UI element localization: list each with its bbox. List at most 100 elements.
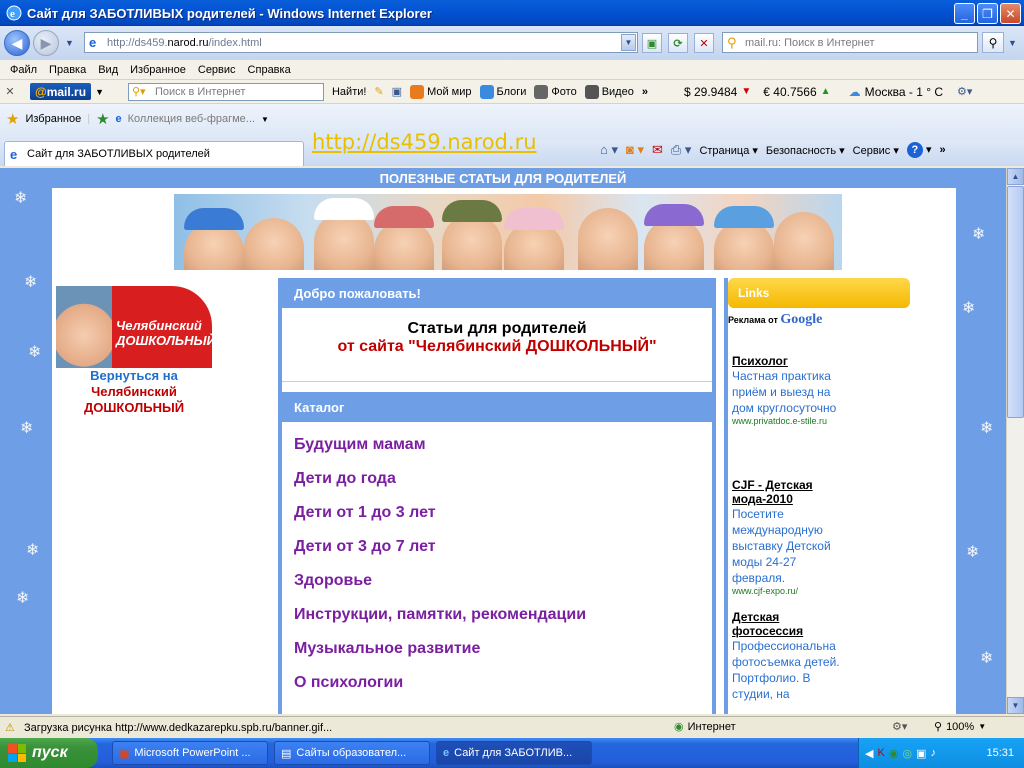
catalog-link[interactable]: Дети от 1 до 3 лет [294, 504, 712, 538]
search-input[interactable]: ⚲ mail.ru: Поиск в Интернет [722, 32, 978, 53]
back-to-site-link[interactable]: Вернуться на Челябинский ДОШКОЛЬНЫЙ [52, 368, 216, 416]
highlight-icon[interactable]: ✎ [374, 85, 383, 98]
page-menu[interactable]: Страница ▾ [699, 144, 757, 157]
web-slice-gallery[interactable]: Коллекция веб-фрагме... [128, 113, 255, 125]
address-bar[interactable]: e http://ds459. narod.ru/index.html ▼ [84, 32, 638, 53]
back-button[interactable]: ◀ [4, 30, 30, 56]
tray-volume-icon[interactable]: ♪ [930, 747, 936, 759]
tray-monitor-icon[interactable]: ▣ [916, 747, 926, 760]
home-icon[interactable]: ⌂ ▾ [600, 142, 618, 158]
scroll-up-icon[interactable]: ▲ [1007, 168, 1024, 185]
favorites-star-icon[interactable]: ★ [6, 110, 19, 128]
snowflake-icon: ❄ [20, 420, 34, 437]
snowflake-icon: ❄ [966, 544, 980, 561]
compat-view-icon[interactable]: ▣ [642, 33, 662, 53]
menu-help[interactable]: Справка [242, 64, 297, 76]
catalog-link[interactable]: Здоровье [294, 572, 712, 606]
mailru-menu-icon[interactable]: ▼ [95, 87, 104, 97]
ad-item[interactable]: Психолог Частная практика приём и выезд … [732, 354, 848, 426]
restore-button[interactable]: ❐ [977, 3, 998, 24]
mail-icon[interactable]: ✉ [652, 142, 663, 158]
chelyabinsk-logo[interactable]: Челябинский ДОШКОЛЬНЫЙ [56, 286, 212, 368]
help-menu[interactable]: ? ▾ [906, 142, 931, 158]
zoom-level[interactable]: ⚲ 100% ▼ [934, 720, 986, 734]
menu-bar: Файл Правка Вид Избранное Сервис Справка [0, 60, 1024, 80]
ad-item[interactable]: CJF - Детская мода-2010 Посетите междуна… [732, 478, 848, 596]
ad-item[interactable]: Детская фотосессия Профессиональна фотос… [732, 610, 848, 702]
scroll-down-icon[interactable]: ▼ [1007, 697, 1024, 714]
catalog-link[interactable]: Дети до года [294, 470, 712, 504]
tray-network-icon[interactable]: ◎ [902, 747, 912, 760]
title-bar: e Сайт для ЗАБОТЛИВЫХ родителей - Window… [0, 0, 1024, 26]
address-dropdown-icon[interactable]: ▼ [621, 34, 636, 51]
ads-by-google[interactable]: Реклама от Google [728, 312, 822, 328]
mailru-toolbar: ✕ @ mail.ru ▼ ⚲▾ Поиск в Интернет Найти! … [0, 80, 1024, 104]
mailru-logo[interactable]: @ mail.ru [30, 83, 92, 100]
tab-current[interactable]: e Сайт для ЗАБОТЛИВЫХ родителей [4, 141, 304, 166]
menu-edit[interactable]: Правка [43, 64, 92, 76]
toolbar-close-icon[interactable]: ✕ [0, 85, 20, 98]
refresh-icon[interactable]: ⟳ [668, 33, 688, 53]
security-zone[interactable]: ◉ Интернет [674, 720, 736, 734]
favorites-button[interactable]: Избранное [25, 113, 81, 125]
mailru-search-input[interactable]: ⚲▾ Поиск в Интернет [127, 82, 324, 101]
snowflake-icon: ❄ [962, 300, 976, 317]
catalog-header: Каталог [282, 392, 712, 422]
tray-arrow-icon[interactable]: ◀ [865, 747, 873, 760]
menu-tools[interactable]: Сервис [192, 64, 242, 76]
clock: 15:31 [986, 747, 1014, 759]
forward-button[interactable]: ▶ [33, 30, 59, 56]
search-icon: ⚲▾ [131, 86, 146, 98]
snowflake-icon: ❄ [980, 650, 994, 667]
start-button[interactable]: пуск [0, 738, 98, 768]
menu-file[interactable]: Файл [4, 64, 43, 76]
page-icon: e [89, 35, 97, 50]
find-button[interactable]: Найти! [332, 86, 366, 98]
ie-task-icon: e [443, 747, 450, 759]
pin-icon[interactable]: ▣ [392, 85, 402, 98]
rss-icon[interactable]: ◙ ▾ [626, 142, 644, 158]
minimize-button[interactable]: _ [954, 3, 975, 24]
print-icon[interactable]: ⎙ ▾ [671, 142, 692, 158]
cmd-more-icon[interactable]: » [939, 144, 945, 156]
blogs-button[interactable]: Блоги [479, 84, 526, 99]
eur-rate[interactable]: € 40.7566 ▲ [763, 85, 830, 99]
toolbar-settings-icon[interactable]: ⚙▾ [957, 85, 972, 98]
catalog-link[interactable]: О психологии [294, 674, 712, 708]
links-header: Links [728, 278, 910, 308]
collection-dropdown-icon[interactable]: ▼ [261, 115, 269, 124]
weather[interactable]: ☁ Москва - 1 ° C [849, 85, 943, 99]
task-powerpoint[interactable]: ▣ Microsoft PowerPoint ... [112, 741, 268, 765]
stop-icon[interactable]: ✕ [694, 33, 714, 53]
tray-kaspersky-icon[interactable]: K [877, 747, 884, 759]
menu-view[interactable]: Вид [92, 64, 124, 76]
catalog-link[interactable]: Дети от 3 до 7 лет [294, 538, 712, 572]
scroll-thumb[interactable] [1007, 186, 1024, 418]
security-menu[interactable]: Безопасность ▾ [766, 144, 845, 157]
catalog-link[interactable]: Будущим мамам [294, 436, 712, 470]
catalog-link[interactable]: Инструкции, памятки, рекомендации [294, 606, 712, 640]
moy-mir-button[interactable]: Мой мир [410, 84, 472, 99]
history-dropdown-icon[interactable]: ▼ [65, 38, 74, 48]
more-chevron-icon[interactable]: » [642, 86, 648, 98]
search-options-icon[interactable]: ▼ [1008, 38, 1017, 48]
vertical-scrollbar[interactable]: ▲ ▼ [1006, 168, 1024, 714]
add-favorites-icon[interactable]: ★ [96, 110, 109, 128]
blogs-icon [479, 84, 494, 99]
page-header: ПОЛЕЗНЫЕ СТАТЬИ ДЛЯ РОДИТЕЛЕЙ [379, 171, 627, 186]
search-go-icon[interactable]: ⚲ [982, 32, 1004, 53]
catalog-link[interactable]: Музыкальное развитие [294, 640, 712, 674]
rate-down-icon: ▼ [741, 86, 752, 97]
usd-rate[interactable]: $ 29.9484 ▼ [684, 85, 751, 99]
tools-menu[interactable]: Сервис ▾ [853, 144, 899, 157]
video-button[interactable]: Видео [584, 84, 634, 99]
tray-green-icon[interactable]: ◉ [889, 747, 899, 760]
menu-favorites[interactable]: Избранное [124, 64, 192, 76]
protected-mode-icon[interactable]: ⚙▾ [892, 720, 907, 733]
close-button[interactable]: ✕ [1000, 3, 1021, 24]
snowflake-icon: ❄ [16, 590, 30, 607]
photo-button[interactable]: Фото [534, 84, 577, 99]
task-word[interactable]: ▤ Сайты образовател... [274, 741, 430, 765]
status-bar: ⚠ Загрузка рисунка http://www.dedkazarep… [0, 716, 1024, 738]
task-ie[interactable]: e Сайт для ЗАБОТЛИВ... [436, 741, 592, 765]
